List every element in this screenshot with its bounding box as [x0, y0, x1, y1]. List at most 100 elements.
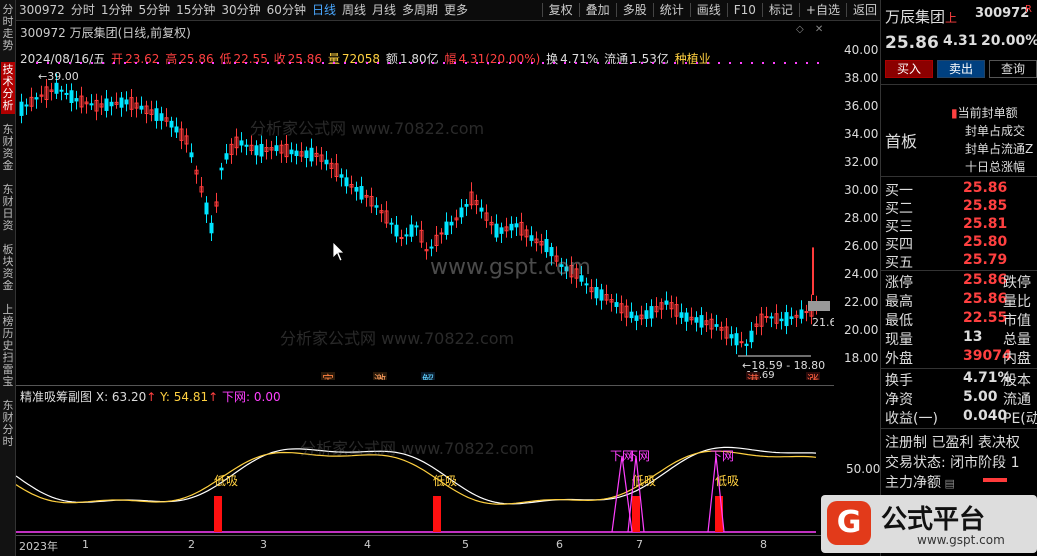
back-button[interactable]: 返回: [850, 0, 880, 20]
marker-dot: [80, 62, 82, 64]
multi-stock-button[interactable]: 多股: [620, 0, 650, 20]
tab-rank-history[interactable]: 上榜历史: [1, 302, 15, 354]
period-more[interactable]: 更多: [441, 0, 471, 20]
period-15min[interactable]: 15分钟: [173, 0, 218, 20]
period-monthly[interactable]: 月线: [369, 0, 399, 20]
candle-body: [219, 167, 224, 171]
indicator-x: X: 63.20: [95, 390, 147, 404]
candle-body: [119, 97, 124, 108]
query-button[interactable]: 查询: [989, 60, 1037, 78]
candle-body: [204, 202, 209, 215]
diamond-icon[interactable]: ◇: [796, 24, 804, 35]
draw-button[interactable]: 画线: [694, 0, 724, 20]
period-30min[interactable]: 30分钟: [218, 0, 263, 20]
candle-body: [664, 300, 669, 305]
stats-button[interactable]: 统计: [657, 0, 687, 20]
candle-body: [69, 90, 74, 103]
event-label[interactable]: 激: [374, 373, 386, 380]
period-daily[interactable]: 日线: [309, 0, 339, 20]
period-weekly[interactable]: 周线: [339, 0, 369, 20]
indicator-chart[interactable]: 低吸 低吸 低吸 低吸下网下网 下网: [16, 385, 834, 535]
listing-tags: 注册制 已盈利 表决权: [885, 435, 1020, 451]
tab-sector-capital[interactable]: 板块资金: [1, 242, 15, 294]
marker-dot: [322, 62, 324, 64]
sell-button[interactable]: 卖出: [937, 60, 985, 78]
candle-body: [409, 224, 414, 237]
stock-name: 万辰集团: [885, 8, 946, 26]
stock-code: 300972: [19, 3, 65, 17]
stat-row-label: 最高: [885, 294, 913, 310]
period-multi[interactable]: 多周期: [399, 0, 441, 20]
marker-dot: [355, 62, 357, 64]
marker-dot: [762, 62, 764, 64]
marker-dot: [465, 62, 467, 64]
marker-dot: [388, 62, 390, 64]
stat2-row-label: 净资: [885, 392, 913, 408]
overlay-button[interactable]: 叠加: [583, 0, 613, 20]
low-buy-label: 低吸: [632, 474, 656, 488]
low-buy-label: 低吸: [433, 474, 457, 488]
marker-dot: [674, 62, 676, 64]
stat2-row-label2: 流通: [1003, 392, 1031, 408]
y-tick: 20.00: [844, 323, 879, 337]
event-label[interactable]: 港: [747, 373, 759, 380]
period-5min[interactable]: 5分钟: [135, 0, 173, 20]
candle-body: [209, 222, 214, 234]
marker-dot: [421, 62, 423, 64]
logo-text: 公式平台: [881, 505, 986, 535]
adjust-button[interactable]: 复权: [546, 0, 576, 20]
tab-scan[interactable]: 扫雷宝: [1, 350, 15, 390]
candle-body: [764, 316, 769, 319]
period-1min[interactable]: 1分钟: [98, 0, 136, 20]
marker-dot: [454, 62, 456, 64]
tab-daily-capital[interactable]: 东财日资: [1, 182, 15, 234]
period-60min[interactable]: 60分钟: [264, 0, 309, 20]
marker-dot: [102, 62, 104, 64]
f10-button[interactable]: F10: [731, 0, 759, 20]
add-watchlist-button[interactable]: +自选: [803, 0, 843, 20]
candle-body: [679, 312, 684, 318]
marker-dot: [212, 62, 214, 64]
event-label[interactable]: 定: [322, 372, 334, 380]
close-icon[interactable]: ✕: [815, 24, 823, 35]
mark-button[interactable]: 标记: [766, 0, 796, 20]
time-axis: 2023年 1 2 3 4 5 6 7 8: [16, 535, 880, 556]
candle-body: [174, 126, 179, 133]
candle-body: [509, 223, 514, 231]
candle-body: [64, 92, 69, 95]
y-tick: 30.00: [844, 183, 879, 197]
event-label[interactable]: 涨: [807, 372, 819, 380]
buy-button[interactable]: 买入: [885, 60, 933, 78]
x-label: 7: [636, 538, 643, 551]
bid-row: 买三 25.81: [885, 216, 1037, 235]
marker-dot: [564, 62, 566, 64]
tab-timeshare[interactable]: 分时走势: [1, 2, 15, 54]
event-label[interactable]: 解: [422, 373, 434, 380]
marker-dot: [795, 62, 797, 64]
bid-row: 买二 25.85: [885, 198, 1037, 217]
y-tick: 22.00: [844, 295, 879, 309]
tab-intraday[interactable]: 东财分时: [1, 398, 15, 450]
candle-body: [224, 153, 229, 160]
candle-body: [399, 237, 404, 240]
marker-dot: [531, 62, 533, 64]
low-buy-bar: [632, 496, 640, 532]
candle-body: [429, 246, 434, 249]
detail-icon[interactable]: ▤: [941, 477, 954, 490]
bid-row-label: 买五: [885, 255, 913, 271]
tab-technical[interactable]: 技术分析: [1, 62, 15, 114]
candle-body: [634, 315, 639, 321]
candle-body: [109, 101, 114, 107]
tab-capital[interactable]: 东财资金: [1, 122, 15, 174]
candle-body: [104, 98, 109, 111]
candle-body: [559, 264, 564, 267]
up-arrow-icon: ↑: [208, 390, 219, 404]
y-tick: 36.00: [844, 99, 879, 113]
marker-dot: [278, 62, 280, 64]
stat-row-label: 最低: [885, 313, 913, 329]
period-1min-timeshare[interactable]: 分时: [68, 0, 98, 20]
candle-body: [304, 150, 309, 158]
candlestick-chart[interactable]: 21.6←39.00←18.59 - 18.8018.69定激解港涨: [16, 40, 834, 380]
low-buy-bar: [214, 496, 222, 532]
marker-dot: [377, 62, 379, 64]
